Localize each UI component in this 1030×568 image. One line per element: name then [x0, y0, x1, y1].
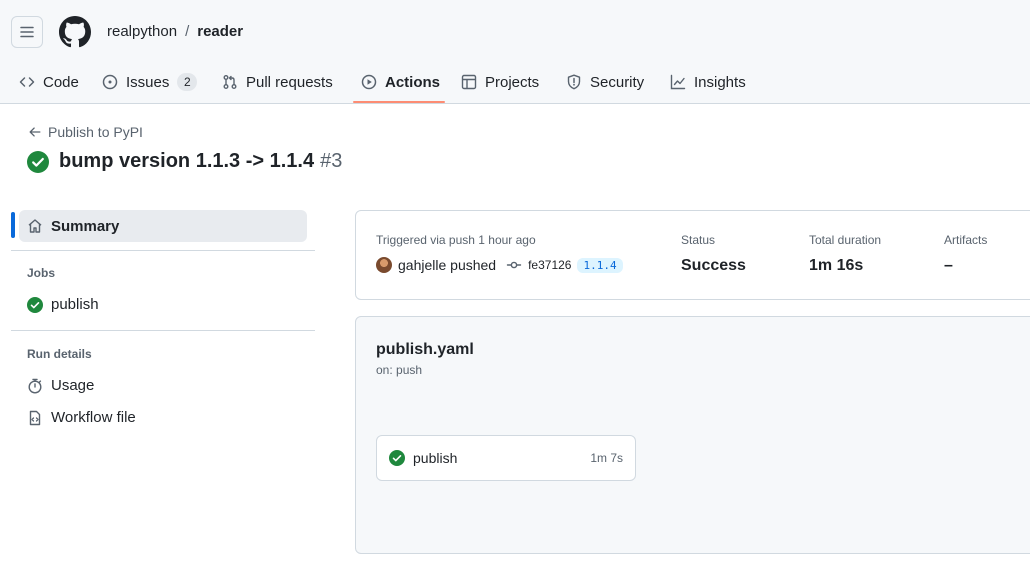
play-icon	[361, 74, 377, 90]
code-icon	[19, 77, 35, 87]
file-code-icon	[29, 410, 41, 425]
tab-insights[interactable]: Insights	[670, 60, 746, 104]
sidebar-divider	[11, 250, 315, 251]
avatar[interactable]	[376, 257, 392, 273]
issue-opened-icon	[102, 74, 118, 90]
check-circle-fill-icon	[27, 296, 43, 313]
table-icon	[461, 74, 477, 90]
tab-issues[interactable]: Issues 2	[102, 60, 198, 104]
sidebar-item-usage[interactable]: Usage	[27, 377, 94, 394]
tab-actions-label: Actions	[385, 73, 441, 91]
run-summary-card: Triggered via push 1 hour ago gahjelle p…	[355, 210, 1030, 300]
breadcrumb-separator: /	[185, 23, 190, 40]
job-duration: 1m 7s	[590, 451, 623, 465]
tab-projects-label: Projects	[485, 73, 540, 91]
tab-pull-requests[interactable]: Pull requests	[222, 60, 333, 104]
tab-security[interactable]: Security	[566, 60, 644, 104]
hamburger-icon	[20, 26, 34, 38]
workflow-name: Publish to PyPI	[48, 124, 143, 140]
run-details-heading: Run details	[27, 347, 92, 361]
duration-value: 1m 16s	[809, 257, 864, 274]
actor-text[interactable]: gahjelle pushed	[398, 257, 496, 273]
home-icon	[28, 219, 42, 233]
tab-security-label: Security	[590, 73, 645, 91]
tab-pull-requests-label: Pull requests	[246, 73, 333, 91]
tab-projects[interactable]: Projects	[461, 60, 539, 104]
repo-name-link[interactable]: reader	[197, 22, 243, 42]
job-node-publish[interactable]: publish 1m 7s	[376, 435, 636, 481]
git-pull-request-icon	[223, 75, 237, 89]
menu-button[interactable]	[11, 16, 43, 48]
shield-icon	[567, 74, 581, 90]
tab-insights-label: Insights	[694, 73, 746, 91]
tab-code-label: Code	[43, 73, 79, 91]
repo-breadcrumb: realpython / reader	[107, 22, 243, 42]
workflow-back-link[interactable]: Publish to PyPI	[28, 124, 143, 140]
sidebar-usage-label: Usage	[51, 377, 95, 394]
artifacts-value: –	[944, 257, 953, 274]
job-name: publish	[413, 450, 458, 466]
sidebar-job-label: publish	[51, 296, 99, 313]
workflow-graph: publish.yaml on: push publish 1m 7s	[355, 316, 1030, 554]
tab-actions[interactable]: Actions	[361, 60, 440, 104]
issues-counter: 2	[177, 73, 198, 91]
trigger-details: gahjelle pushed fe37126 1.1.4	[376, 257, 623, 273]
sidebar-item-workflow-file[interactable]: Workflow file	[27, 409, 136, 426]
duration-label: Total duration	[809, 233, 882, 247]
sidebar-item-summary[interactable]: Summary	[19, 210, 307, 242]
repo-owner-link[interactable]: realpython	[107, 22, 177, 42]
sidebar-item-job-publish[interactable]: publish	[27, 296, 99, 313]
git-commit-icon	[506, 261, 522, 269]
commit-sha-link[interactable]: fe37126	[528, 258, 571, 272]
github-logo-icon[interactable]	[59, 16, 91, 48]
active-tab-indicator	[353, 101, 445, 103]
repo-tabs: Code Issues 2 Pull requests Actions Proj…	[0, 60, 1030, 104]
check-circle-fill-icon	[27, 150, 49, 173]
jobs-heading: Jobs	[27, 266, 56, 280]
sidebar-divider	[11, 330, 315, 331]
workflow-file-name: publish.yaml	[376, 341, 474, 358]
tag-badge[interactable]: 1.1.4	[577, 257, 623, 273]
status-label: Status	[681, 233, 716, 247]
arrow-left-icon	[29, 127, 41, 137]
sidebar-summary-label: Summary	[51, 217, 120, 235]
summary-active-indicator	[11, 212, 15, 238]
run-number: #3	[320, 150, 343, 172]
check-circle-fill-icon	[389, 450, 405, 466]
graph-icon	[670, 74, 686, 90]
stopwatch-icon	[28, 378, 42, 394]
workflow-trigger: on: push	[376, 363, 423, 377]
tab-issues-label: Issues	[126, 73, 170, 91]
run-title: bump version 1.1.3 -> 1.1.4 #3	[27, 150, 342, 173]
trigger-label: Triggered via push 1 hour ago	[376, 233, 536, 247]
sidebar-workflow-file-label: Workflow file	[51, 409, 136, 426]
tab-code[interactable]: Code	[19, 60, 79, 104]
artifacts-label: Artifacts	[944, 233, 988, 247]
status-value: Success	[681, 257, 746, 274]
repo-header: realpython / reader Code Issues 2 Pull r…	[0, 0, 1030, 104]
run-title-text: bump version 1.1.3 -> 1.1.4	[59, 150, 315, 172]
